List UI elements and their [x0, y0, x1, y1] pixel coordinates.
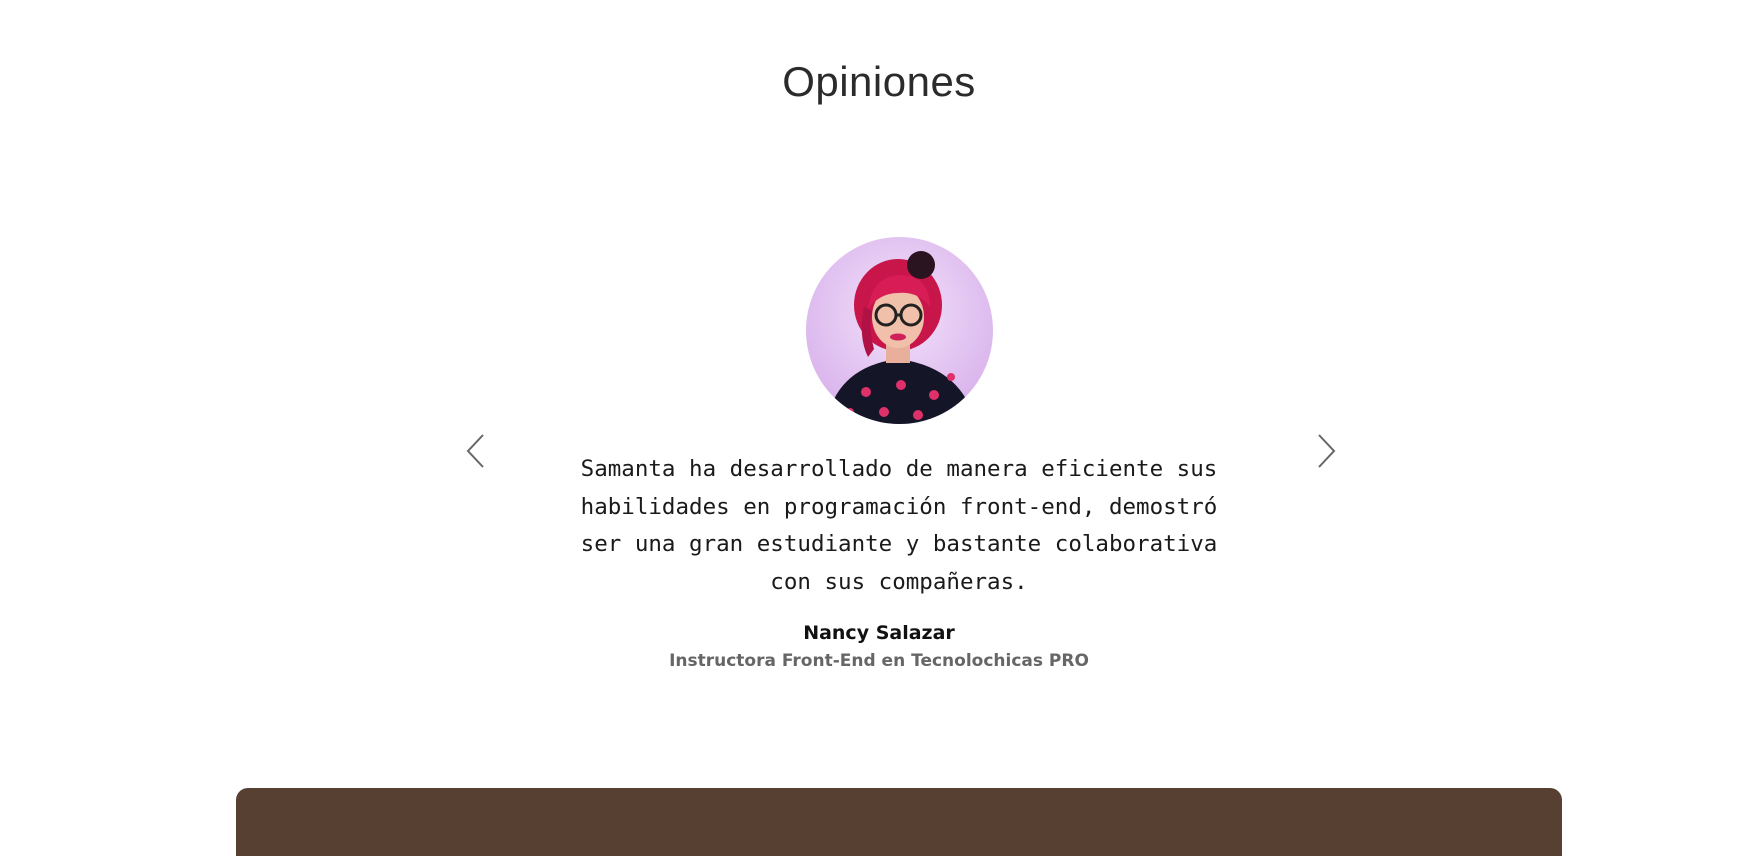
footer-card — [236, 788, 1562, 856]
testimonials-section: Opiniones Samanta ha desarrollado de man… — [0, 0, 1758, 856]
section-title: Opiniones — [782, 58, 976, 105]
author-name: Nancy Salazar — [803, 622, 955, 644]
chevron-right-icon[interactable] — [1313, 431, 1339, 471]
author-role: Instructora Front-End en Tecnolochicas P… — [669, 651, 1089, 671]
testimonial-quote: Samanta ha desarrollado de manera eficie… — [580, 456, 1218, 595]
chevron-left-icon[interactable] — [463, 431, 489, 471]
avatar — [806, 237, 993, 424]
